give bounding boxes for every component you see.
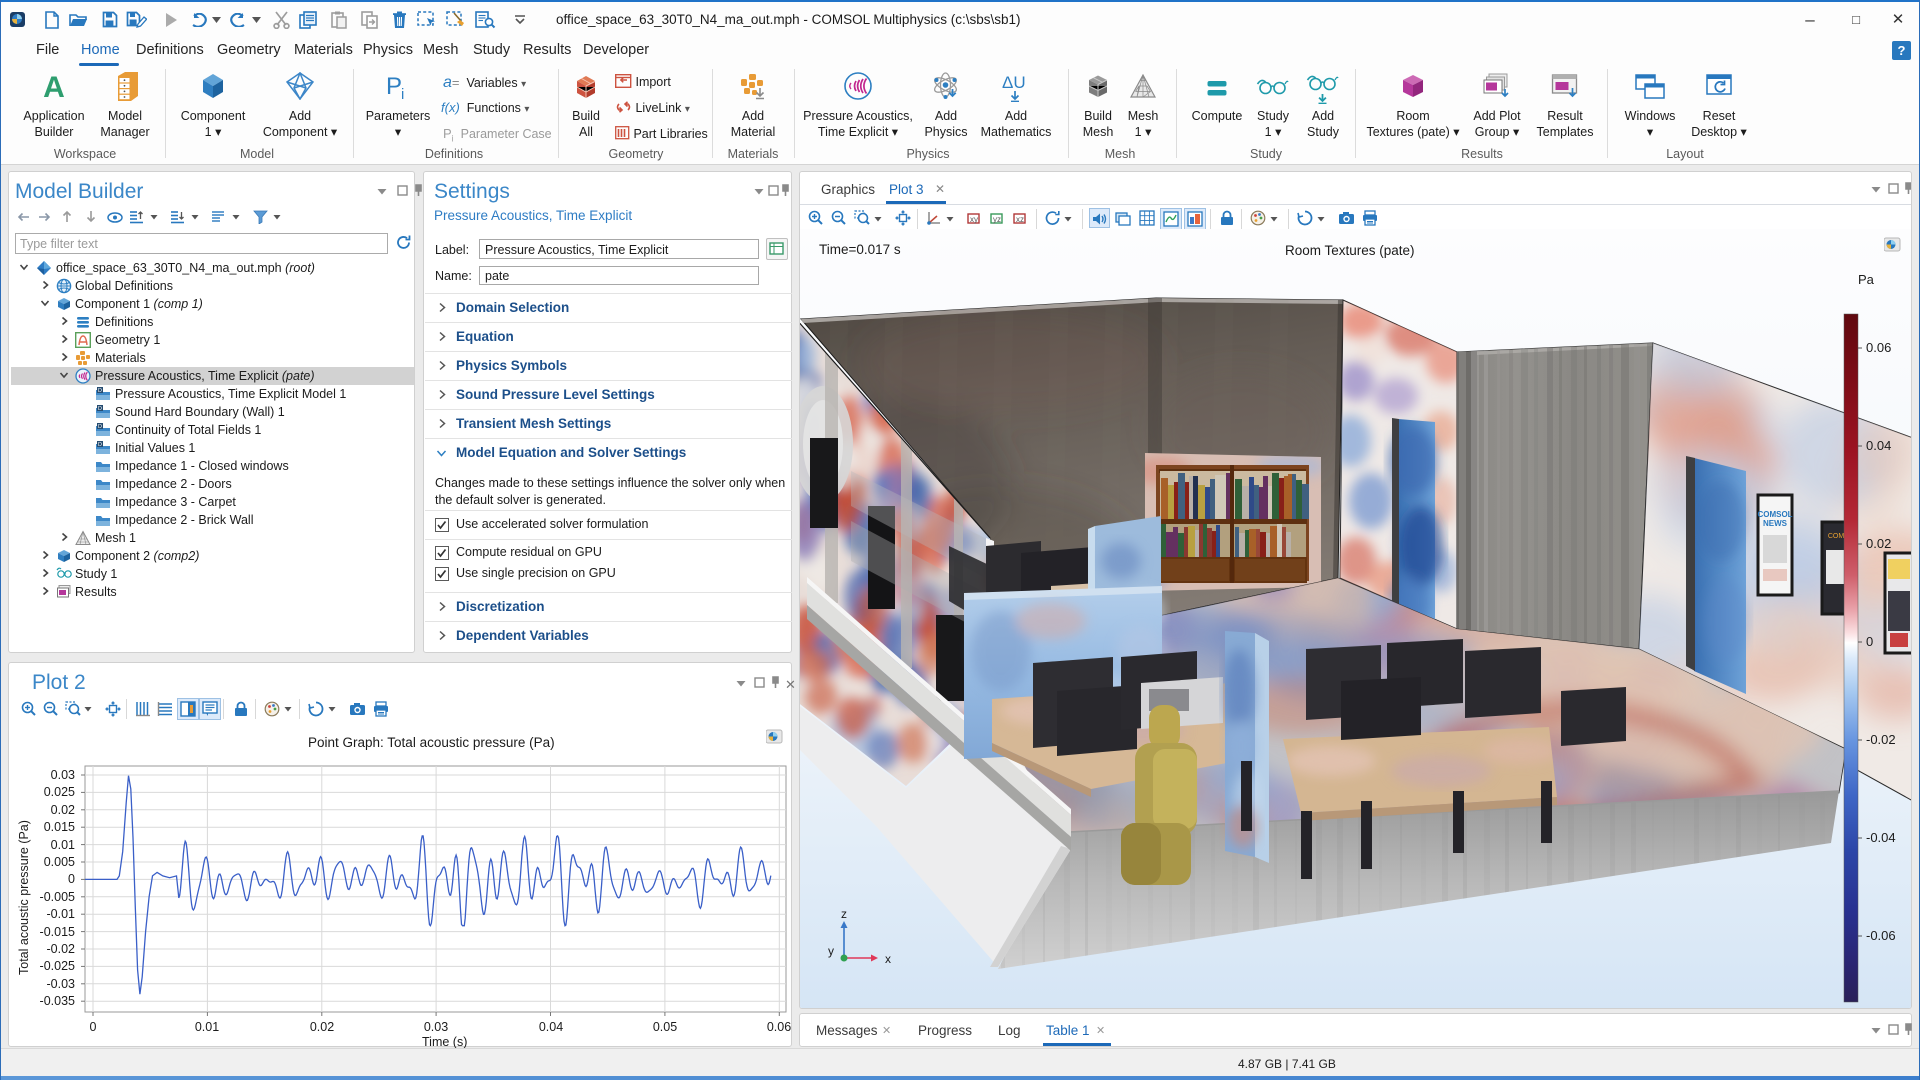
svg-text:ΔU: ΔU bbox=[1002, 74, 1026, 92]
svg-text:D: D bbox=[98, 388, 102, 394]
svg-text:0.06: 0.06 bbox=[1866, 340, 1891, 355]
svg-text:yz: yz bbox=[993, 215, 1001, 224]
svg-text:COMSOL: COMSOL bbox=[1757, 510, 1792, 519]
svg-text:i: i bbox=[401, 86, 404, 100]
svg-text:-0.02: -0.02 bbox=[1866, 732, 1896, 747]
svg-text:Pa: Pa bbox=[1858, 272, 1875, 287]
svg-text:COM: COM bbox=[1828, 533, 1845, 540]
svg-text:0.04: 0.04 bbox=[1866, 438, 1891, 453]
svg-text:D: D bbox=[98, 406, 102, 412]
svg-text:xy: xy bbox=[970, 215, 978, 224]
svg-text:y: y bbox=[828, 944, 834, 958]
svg-text:0: 0 bbox=[1866, 634, 1873, 649]
svg-text:NEWS: NEWS bbox=[1763, 519, 1788, 528]
svg-text:-0.06: -0.06 bbox=[1866, 928, 1896, 943]
svg-text:D: D bbox=[98, 442, 102, 448]
svg-text:z: z bbox=[841, 907, 847, 921]
svg-text:x: x bbox=[885, 952, 891, 966]
svg-text:-0.04: -0.04 bbox=[1866, 830, 1896, 845]
svg-text:xz: xz bbox=[1016, 215, 1024, 224]
svg-text:D: D bbox=[98, 424, 102, 430]
svg-text:A: A bbox=[43, 72, 65, 100]
svg-text:P: P bbox=[386, 74, 402, 100]
svg-text:0.02: 0.02 bbox=[1866, 536, 1891, 551]
